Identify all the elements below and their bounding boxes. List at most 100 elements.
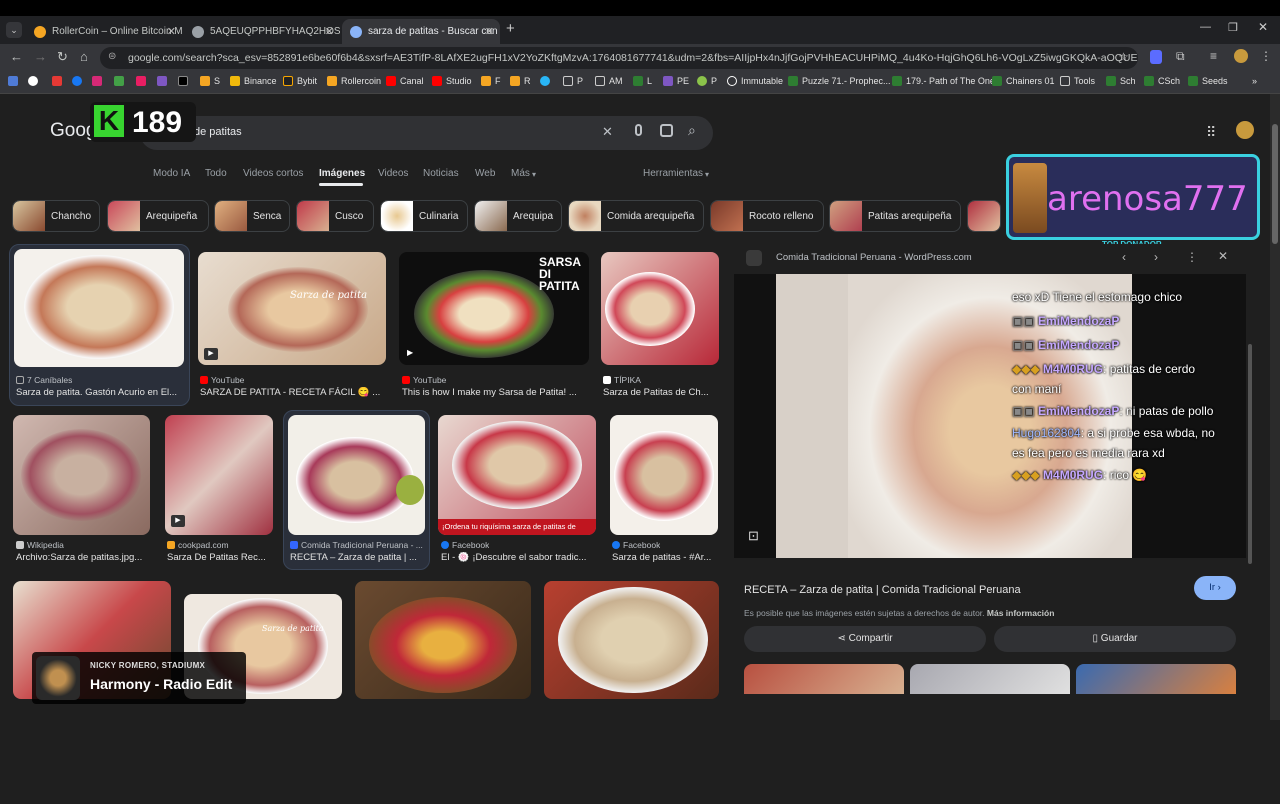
preview-image-frame[interactable]: ⊡ eso xD Tiene el estomago chico ▣▣ EmiM… bbox=[734, 274, 1246, 558]
bookmark-r[interactable]: R bbox=[510, 76, 531, 86]
extension-icon[interactable] bbox=[1150, 50, 1162, 64]
bookmark-icon[interactable] bbox=[114, 76, 124, 86]
result-title[interactable]: Archivo:Sarza de patitas.jpg... bbox=[16, 552, 150, 563]
result-image[interactable] bbox=[355, 581, 531, 699]
reload-icon[interactable]: ↻ bbox=[57, 49, 68, 65]
bookmark-l[interactable]: L bbox=[633, 76, 652, 86]
chip-overflow[interactable] bbox=[967, 200, 1001, 232]
bookmark-star-icon[interactable]: ☆ bbox=[1118, 50, 1129, 64]
apps-icon[interactable]: ⠿ bbox=[1206, 124, 1216, 141]
previous-icon[interactable]: ‹ bbox=[1122, 250, 1126, 264]
chip-arequipa[interactable]: Arequipa bbox=[474, 200, 562, 232]
related-image[interactable] bbox=[910, 664, 1070, 694]
window-close-icon[interactable]: ✕ bbox=[1258, 20, 1268, 34]
tab-videos[interactable]: Videos bbox=[378, 168, 408, 179]
home-icon[interactable]: ⌂ bbox=[80, 49, 88, 64]
chip-rocoto-relleno[interactable]: Rocoto relleno bbox=[710, 200, 824, 232]
share-button[interactable]: ⋖ Compartir bbox=[744, 626, 986, 652]
panel-title[interactable]: RECETA – Zarza de patita | Comida Tradic… bbox=[744, 584, 1174, 596]
result-title[interactable]: RECETA – Zarza de patita | ... bbox=[290, 552, 424, 563]
bookmark-chainers[interactable]: Chainers 01 bbox=[992, 76, 1055, 86]
clear-icon[interactable]: ✕ bbox=[602, 124, 613, 140]
camera-lens-icon[interactable] bbox=[660, 124, 673, 137]
bookmark-puzzle[interactable]: Puzzle 71.- Prophec... bbox=[788, 76, 891, 86]
bookmark-binance[interactable]: Binance bbox=[230, 76, 277, 86]
account-avatar[interactable] bbox=[1236, 121, 1254, 139]
visit-button[interactable]: Ir › bbox=[1194, 576, 1236, 600]
site-info-icon[interactable]: ⊜ bbox=[108, 51, 116, 62]
bookmark-p2[interactable]: P bbox=[697, 76, 717, 86]
save-button[interactable]: ▯ Guardar bbox=[994, 626, 1236, 652]
chip-arequipena[interactable]: Arequipeña bbox=[107, 200, 209, 232]
bookmark-immutable[interactable]: Immutable bbox=[727, 76, 783, 86]
instagram-icon[interactable] bbox=[92, 76, 102, 86]
more-options-icon[interactable]: ⋮ bbox=[1186, 250, 1198, 264]
next-icon[interactable]: › bbox=[1154, 250, 1158, 264]
x-icon[interactable] bbox=[178, 76, 188, 86]
forward-icon[interactable]: → bbox=[34, 49, 47, 64]
extensions-puzzle-icon[interactable]: ⧉ bbox=[1176, 49, 1185, 64]
tab-google-search[interactable]: sarza de patitas - Buscar con G...✕ bbox=[342, 19, 500, 44]
media-icon[interactable]: ≡ bbox=[1210, 49, 1217, 63]
bookmark-pe[interactable]: PE bbox=[663, 76, 689, 86]
telegram-icon[interactable] bbox=[540, 76, 550, 86]
related-image[interactable] bbox=[744, 664, 904, 694]
bookmark-s[interactable]: S bbox=[200, 76, 220, 86]
bookmark-f[interactable]: F bbox=[481, 76, 501, 86]
result-image[interactable] bbox=[610, 415, 718, 535]
panel-scrollbar[interactable] bbox=[1248, 344, 1252, 564]
new-tab-icon[interactable]: + bbox=[506, 20, 515, 37]
back-icon[interactable]: ← bbox=[10, 49, 23, 64]
profile-avatar[interactable] bbox=[1234, 49, 1248, 63]
result-image[interactable] bbox=[13, 415, 150, 535]
chip-patitas-arequipena[interactable]: Patitas arequipeña bbox=[829, 200, 961, 232]
result-title[interactable]: Sarza de Patitas de Ch... bbox=[603, 387, 719, 398]
result-title[interactable]: This is how I make my Sarsa de Patita! .… bbox=[402, 387, 588, 398]
page-scrollbar[interactable] bbox=[1270, 94, 1280, 720]
bookmark-csch[interactable]: CSch bbox=[1144, 76, 1180, 86]
bookmark-icon[interactable] bbox=[28, 76, 38, 86]
tab-search-button[interactable]: ⌄ bbox=[6, 22, 22, 38]
bookmark-icon[interactable] bbox=[8, 76, 18, 86]
scroll-thumb[interactable] bbox=[1272, 124, 1278, 244]
result-title[interactable]: Sarza de patitas - #Ar... bbox=[612, 552, 718, 563]
tab-mas[interactable]: Más bbox=[511, 168, 530, 179]
result-image[interactable]: SARSA DI PATITA ▶ bbox=[399, 252, 589, 365]
chip-comida-arequipena[interactable]: Comida arequipeña bbox=[568, 200, 704, 232]
result-image[interactable]: ¡Ordena tu riquísima sarza de patitas de bbox=[438, 415, 596, 535]
close-icon[interactable]: ✕ bbox=[485, 25, 494, 38]
lens-icon[interactable]: ⊡ bbox=[748, 528, 759, 544]
tab-modo-ia[interactable]: Modo IA bbox=[153, 168, 190, 179]
result-image[interactable] bbox=[601, 252, 719, 365]
tab-imagenes[interactable]: Imágenes bbox=[319, 168, 365, 179]
bookmark-am[interactable]: AM bbox=[595, 76, 623, 86]
close-icon[interactable]: ✕ bbox=[167, 25, 176, 38]
result-image[interactable] bbox=[14, 249, 184, 367]
address-bar[interactable]: google.com/search?sca_esv=852891e6be60f6… bbox=[100, 47, 1138, 69]
tab-videos-cortos[interactable]: Videos cortos bbox=[243, 168, 303, 179]
microphone-icon[interactable] bbox=[635, 124, 642, 136]
result-image[interactable] bbox=[544, 581, 719, 699]
more-info-link[interactable]: Más información bbox=[987, 608, 1055, 618]
result-title[interactable]: Sarza De Patitas Rec... bbox=[167, 552, 273, 563]
tools-button[interactable]: Herramientas bbox=[643, 168, 703, 179]
chip-culinaria[interactable]: Culinaria bbox=[380, 200, 468, 232]
facebook-icon[interactable] bbox=[72, 76, 82, 86]
tab-second[interactable]: 5AQEUQPPHBFYHAQ2HOS6PV...✕ bbox=[184, 19, 340, 44]
tab-web[interactable]: Web bbox=[475, 168, 495, 179]
search-box[interactable]: sarza de patitas ✕ ⌕ bbox=[140, 116, 713, 150]
bookmark-sch[interactable]: Sch bbox=[1106, 76, 1136, 86]
bookmark-tools[interactable]: Tools bbox=[1060, 76, 1095, 86]
bookmark-canal[interactable]: Canal bbox=[386, 76, 424, 86]
related-image[interactable] bbox=[1076, 664, 1236, 694]
maximize-icon[interactable]: ❐ bbox=[1228, 21, 1238, 34]
search-icon[interactable]: ⌕ bbox=[688, 122, 696, 139]
tab-rollercoin[interactable]: RollerCoin – Online Bitcoin Mi... ✕ bbox=[26, 19, 182, 44]
result-title[interactable]: El - 🍥 ¡Descubre el sabor tradic... bbox=[441, 552, 595, 563]
bookmark-icon[interactable] bbox=[52, 76, 62, 86]
minimize-icon[interactable]: — bbox=[1200, 21, 1211, 33]
bookmark-rollercoin[interactable]: Rollercoin bbox=[327, 76, 381, 86]
result-title[interactable]: Sarza de patita. Gastón Acurio en El... bbox=[16, 387, 184, 398]
tab-noticias[interactable]: Noticias bbox=[423, 168, 459, 179]
panel-site-name[interactable]: Comida Tradicional Peruana - WordPress.c… bbox=[776, 252, 1021, 263]
